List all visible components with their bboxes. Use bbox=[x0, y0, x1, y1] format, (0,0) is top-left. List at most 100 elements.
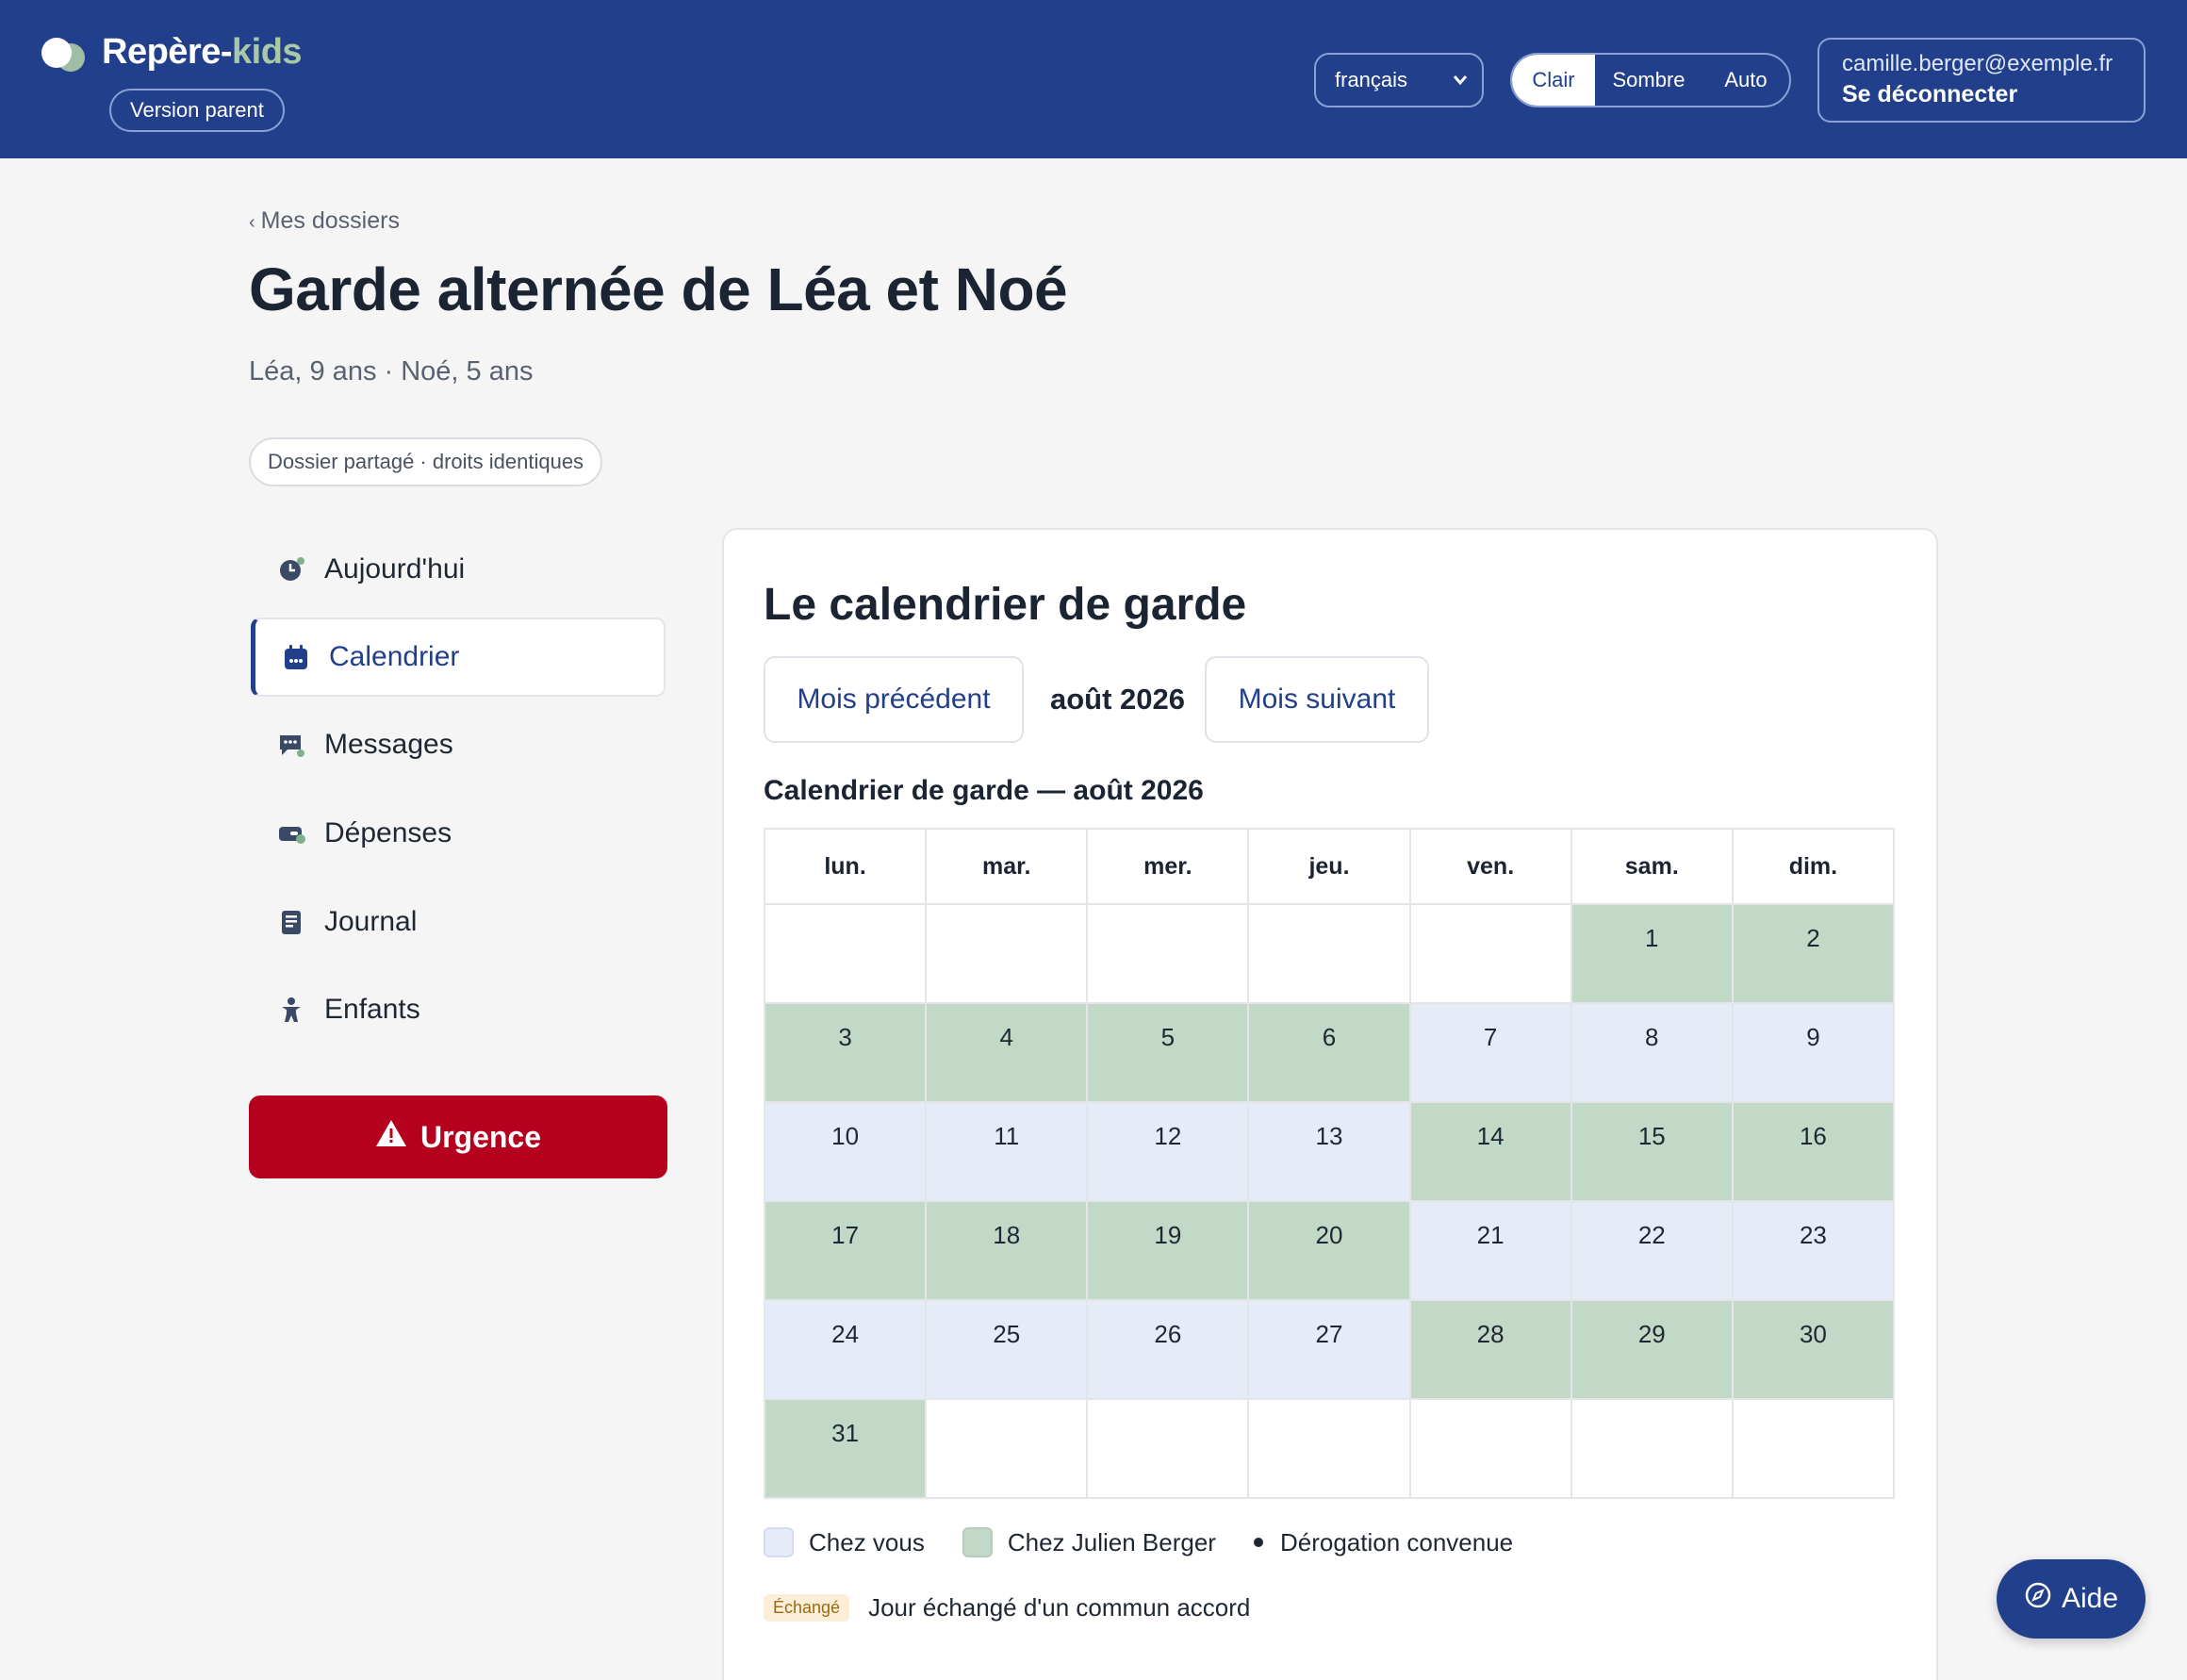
theme-auto-button[interactable]: Auto bbox=[1702, 55, 1789, 106]
account-menu[interactable]: camille.berger@exemple.fr Se déconnecter bbox=[1817, 38, 2146, 123]
weekday-header: mer. bbox=[1086, 828, 1250, 905]
children-summary: Léa, 9 ans · Noé, 5 ans bbox=[249, 356, 534, 387]
calendar-day[interactable]: 8 bbox=[1570, 1002, 1734, 1103]
calendar-week: 12 bbox=[763, 903, 1896, 1004]
sidebar-item-journal[interactable]: Journal bbox=[251, 882, 666, 962]
share-status-badge: Dossier partagé · droits identiques bbox=[249, 437, 603, 486]
legend-dot-icon bbox=[1253, 1538, 1263, 1547]
calendar-day[interactable]: 1 bbox=[1570, 903, 1734, 1004]
help-label: Aide bbox=[2061, 1583, 2119, 1614]
legend-label-vous: Chez vous bbox=[809, 1527, 925, 1556]
weekday-header: dim. bbox=[1731, 828, 1896, 905]
exchange-tag: Échangé bbox=[764, 1594, 850, 1622]
calendar-day[interactable]: 3 bbox=[763, 1002, 928, 1103]
calendar-day[interactable]: 7 bbox=[1408, 1002, 1572, 1103]
sidebar-item-label: Dépenses bbox=[324, 817, 452, 848]
breadcrumb[interactable]: ‹ Mes dossiers bbox=[249, 207, 400, 235]
calendar-day[interactable]: 10 bbox=[763, 1101, 928, 1202]
sidebar-item-label: Aujourd'hui bbox=[324, 553, 466, 585]
sidebar-item-label: Calendrier bbox=[329, 641, 460, 672]
brand-name[interactable]: Repère-kids bbox=[102, 32, 303, 73]
wallet-icon bbox=[277, 819, 305, 848]
calendar-empty-cell bbox=[1408, 1398, 1572, 1499]
sidebar-item-children[interactable]: Enfants bbox=[251, 970, 666, 1049]
weekday-header: sam. bbox=[1570, 828, 1734, 905]
calendar-day[interactable]: 25 bbox=[925, 1299, 1089, 1400]
warning-icon bbox=[375, 1119, 420, 1155]
sidebar-item-today[interactable]: Aujourd'hui bbox=[251, 530, 666, 609]
legend-swatch-julien bbox=[962, 1527, 993, 1557]
calendar-day[interactable]: 23 bbox=[1731, 1200, 1896, 1301]
weekday-header: ven. bbox=[1408, 828, 1572, 905]
sidebar-item-messages[interactable]: Messages bbox=[251, 705, 666, 784]
calendar-day[interactable]: 21 bbox=[1408, 1200, 1572, 1301]
calendar-day[interactable]: 15 bbox=[1570, 1101, 1734, 1202]
compass-icon bbox=[2024, 1581, 2062, 1617]
sidebar-item-calendar[interactable]: Calendrier bbox=[251, 618, 666, 697]
message-icon bbox=[277, 731, 305, 759]
calendar-day[interactable]: 9 bbox=[1731, 1002, 1896, 1103]
next-month-button[interactable]: Mois suivant bbox=[1205, 656, 1429, 743]
calendar-day[interactable]: 20 bbox=[1247, 1200, 1411, 1301]
calendar-empty-cell bbox=[925, 1398, 1089, 1499]
calendar-empty-cell bbox=[1731, 1398, 1896, 1499]
theme-switch: Clair Sombre Auto bbox=[1510, 53, 1791, 107]
theme-light-button[interactable]: Clair bbox=[1512, 55, 1595, 106]
calendar-day[interactable]: 19 bbox=[1086, 1200, 1250, 1301]
calendar-day[interactable]: 4 bbox=[925, 1002, 1089, 1103]
calendar-empty-cell bbox=[1570, 1398, 1734, 1499]
language-select[interactable]: français bbox=[1314, 53, 1484, 107]
help-button[interactable]: Aide bbox=[1997, 1559, 2146, 1639]
calendar-day[interactable]: 11 bbox=[925, 1101, 1089, 1202]
weekday-header: jeu. bbox=[1247, 828, 1411, 905]
urgent-button[interactable]: Urgence bbox=[249, 1095, 667, 1178]
logout-link[interactable]: Se déconnecter bbox=[1842, 81, 2121, 108]
urgent-label: Urgence bbox=[419, 1119, 542, 1154]
calendar-empty-cell bbox=[1086, 1398, 1250, 1499]
calendar-day[interactable]: 26 bbox=[1086, 1299, 1250, 1400]
calendar-day[interactable]: 31 bbox=[763, 1398, 928, 1499]
calendar-day[interactable]: 14 bbox=[1408, 1101, 1572, 1202]
calendar-day[interactable]: 12 bbox=[1086, 1101, 1250, 1202]
calendar-day[interactable]: 13 bbox=[1247, 1101, 1411, 1202]
calendar-day[interactable]: 17 bbox=[763, 1200, 928, 1301]
chevron-down-icon bbox=[1452, 55, 1469, 125]
calendar-empty-cell bbox=[1247, 903, 1411, 1004]
version-badge: Version parent bbox=[109, 89, 285, 132]
calendar-day[interactable]: 22 bbox=[1570, 1200, 1734, 1301]
calendar-day[interactable]: 2 bbox=[1731, 903, 1896, 1004]
logo-icon bbox=[41, 34, 89, 72]
calendar-day[interactable]: 5 bbox=[1086, 1002, 1250, 1103]
clock-icon bbox=[277, 555, 305, 584]
legend-label-derogation: Dérogation convenue bbox=[1279, 1527, 1514, 1556]
custody-calendar: lun. mar. mer. jeu. ven. sam. dim. 1 2 3 4 5 6 7 8 9 10… bbox=[763, 828, 1896, 1499]
theme-dark-button[interactable]: Sombre bbox=[1595, 55, 1702, 106]
calendar-week: 17 18 19 20 21 22 23 bbox=[763, 1200, 1896, 1301]
calendar-empty-cell bbox=[763, 903, 928, 1004]
calendar-day[interactable]: 18 bbox=[925, 1200, 1089, 1301]
calendar-week: 24 25 26 27 28 29 30 bbox=[763, 1299, 1896, 1400]
calendar-heading: Le calendrier de garde bbox=[764, 580, 1247, 630]
sidebar-item-label: Journal bbox=[324, 906, 418, 937]
calendar-day[interactable]: 6 bbox=[1247, 1002, 1411, 1103]
weekday-header: lun. bbox=[763, 828, 928, 905]
calendar-day[interactable]: 28 bbox=[1408, 1299, 1572, 1400]
calendar-caption: Calendrier de garde — août 2026 bbox=[764, 775, 1204, 806]
calendar-day[interactable]: 16 bbox=[1731, 1101, 1896, 1202]
calendar-empty-cell bbox=[1086, 903, 1250, 1004]
page-title: Garde alternée de Léa et Noé bbox=[249, 255, 1068, 323]
legend-swatch-vous bbox=[764, 1527, 794, 1557]
sidebar-item-label: Messages bbox=[324, 729, 453, 760]
calendar-week: 31 bbox=[763, 1398, 1896, 1499]
calendar-day[interactable]: 29 bbox=[1570, 1299, 1734, 1400]
calendar-empty-cell bbox=[925, 903, 1089, 1004]
calendar-day[interactable]: 30 bbox=[1731, 1299, 1896, 1400]
sidebar-item-label: Enfants bbox=[324, 994, 420, 1025]
calendar-legend: Chez vous Chez Julien Berger Dérogation … bbox=[764, 1527, 1513, 1557]
calendar-day[interactable]: 27 bbox=[1247, 1299, 1411, 1400]
previous-month-button[interactable]: Mois précédent bbox=[764, 656, 1024, 743]
sidebar-item-expenses[interactable]: Dépenses bbox=[251, 794, 666, 873]
calendar-day[interactable]: 24 bbox=[763, 1299, 928, 1400]
calendar-week: 10 11 12 13 14 15 16 bbox=[763, 1101, 1896, 1202]
legend-label-julien: Chez Julien Berger bbox=[1007, 1527, 1216, 1556]
